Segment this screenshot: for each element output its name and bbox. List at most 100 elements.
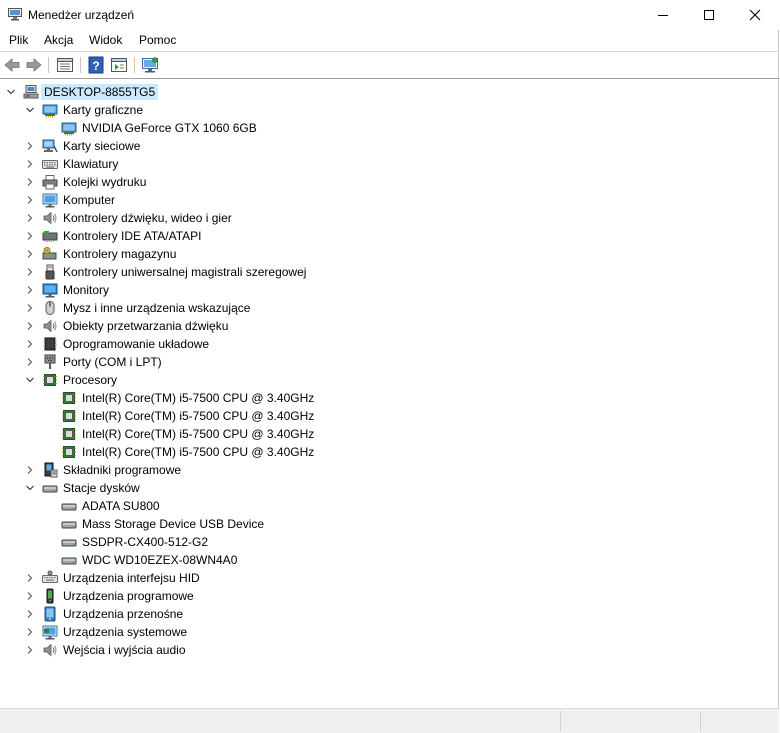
tree-item-label: SSDPR-CX400-512-G2 — [82, 535, 209, 549]
chevron-right-icon[interactable] — [25, 465, 35, 475]
tree-item-label: Intel(R) Core(TM) i5-7500 CPU @ 3.40GHz — [82, 445, 315, 459]
root-computer-name: DESKTOP-8855TG5 — [41, 84, 159, 100]
device-manager-app-icon — [8, 8, 22, 21]
tree-category[interactable]: Kontrolery dźwięku, wideo i gier — [0, 209, 779, 227]
chevron-right-icon[interactable] — [25, 141, 35, 151]
tree-item-label: WDC WD10EZEX-08WN4A0 — [82, 553, 238, 567]
chevron-down-icon[interactable] — [25, 375, 35, 385]
chevron-right-icon[interactable] — [25, 609, 35, 619]
tree-category[interactable]: Kontrolery IDE ATA/ATAPI — [0, 227, 779, 245]
tree-category[interactable]: Karty sieciowe — [0, 137, 779, 155]
tree-device[interactable]: WDC WD10EZEX-08WN4A0 — [0, 551, 779, 569]
tree-item-label: NVIDIA GeForce GTX 1060 6GB — [82, 121, 257, 135]
chevron-right-icon[interactable] — [25, 321, 35, 331]
tree-device[interactable]: SSDPR-CX400-512-G2 — [0, 533, 779, 551]
tree-device[interactable]: Mass Storage Device USB Device — [0, 515, 779, 533]
tree-category[interactable]: Wejścia i wyjścia audio — [0, 641, 779, 659]
tree-device[interactable]: Intel(R) Core(TM) i5-7500 CPU @ 3.40GHz — [0, 407, 779, 425]
monitor-icon — [42, 283, 58, 298]
tree-category[interactable]: Stacje dysków — [0, 479, 779, 497]
tree-item-label: Komputer — [63, 193, 116, 207]
tree-device[interactable]: Intel(R) Core(TM) i5-7500 CPU @ 3.40GHz — [0, 389, 779, 407]
tree-category[interactable]: Urządzenia interfejsu HID — [0, 569, 779, 587]
tree-category[interactable]: Karty graficzne — [0, 101, 779, 119]
tree-item-label: Urządzenia systemowe — [63, 625, 188, 639]
chevron-right-icon[interactable] — [25, 177, 35, 187]
back-icon[interactable] — [3, 56, 21, 74]
tree-category[interactable]: Składniki programowe — [0, 461, 779, 479]
chevron-right-icon[interactable] — [25, 573, 35, 583]
tree-category[interactable]: Urządzenia programowe — [0, 587, 779, 605]
keyboard-icon — [42, 160, 58, 169]
properties-view-icon[interactable] — [56, 56, 74, 74]
tree-device[interactable]: Intel(R) Core(TM) i5-7500 CPU @ 3.40GHz — [0, 443, 779, 461]
action-view-icon[interactable] — [110, 56, 128, 74]
tree-category[interactable]: Kontrolery magazynu — [0, 245, 779, 263]
chevron-right-icon[interactable] — [25, 213, 35, 223]
tree-category[interactable]: Oprogramowanie układowe — [0, 335, 779, 353]
tree-item-label: Intel(R) Core(TM) i5-7500 CPU @ 3.40GHz — [82, 409, 315, 423]
tree-device[interactable]: ADATA SU800 — [0, 497, 779, 515]
menu-pomoc[interactable]: Pomoc — [139, 33, 176, 47]
disk-icon — [61, 539, 77, 547]
minimize-button[interactable] — [640, 0, 686, 30]
tree-category[interactable]: Kontrolery uniwersalnej magistrali szere… — [0, 263, 779, 281]
svg-text:?: ? — [92, 59, 99, 73]
tree-category[interactable]: Urządzenia systemowe — [0, 623, 779, 641]
tree-category[interactable]: Klawiatury — [0, 155, 779, 173]
hid-icon — [42, 570, 58, 583]
maximize-button[interactable] — [686, 0, 732, 30]
tree-item-label: Mysz i inne urządzenia wskazujące — [63, 301, 251, 315]
tree-device[interactable]: NVIDIA GeForce GTX 1060 6GB — [0, 119, 779, 137]
chevron-right-icon[interactable] — [25, 303, 35, 313]
tree-category[interactable]: Kolejki wydruku — [0, 173, 779, 191]
tree-item-label: Obiekty przetwarzania dźwięku — [63, 319, 229, 333]
tree-item-label: Urządzenia przenośne — [63, 607, 184, 621]
tree-category[interactable]: Komputer — [0, 191, 779, 209]
display-adapter-icon — [61, 122, 77, 136]
menu-widok[interactable]: Widok — [89, 33, 122, 47]
title-bar[interactable]: Menedżer urządzeń — [0, 0, 779, 30]
tree-category[interactable]: Monitory — [0, 281, 779, 299]
software-comp-icon — [44, 462, 58, 478]
device-tree[interactable]: DESKTOP-8855TG5 Karty graficzne NVIDIA Ge… — [0, 79, 779, 708]
chevron-right-icon[interactable] — [25, 267, 35, 277]
tree-category[interactable]: Porty (COM i LPT) — [0, 353, 779, 371]
tree-item-label: Urządzenia interfejsu HID — [63, 571, 200, 585]
chevron-right-icon[interactable] — [25, 285, 35, 295]
tree-item-label: Kolejki wydruku — [63, 175, 147, 189]
tree-category[interactable]: Urządzenia przenośne — [0, 605, 779, 623]
processor-icon — [43, 374, 57, 386]
chevron-down-icon[interactable] — [25, 483, 35, 493]
chevron-right-icon[interactable] — [25, 249, 35, 259]
tree-item-label: Klawiatury — [63, 157, 119, 171]
status-segment — [560, 711, 561, 731]
software-device-icon — [46, 588, 54, 604]
chevron-right-icon[interactable] — [25, 231, 35, 241]
menu-plik[interactable]: Plik — [9, 33, 28, 47]
system-icon — [42, 625, 58, 640]
chevron-right-icon[interactable] — [25, 195, 35, 205]
chevron-down-icon[interactable] — [25, 105, 35, 115]
chevron-right-icon[interactable] — [25, 159, 35, 169]
close-button[interactable] — [732, 0, 778, 30]
tree-item-label: Kontrolery dźwięku, wideo i gier — [63, 211, 232, 225]
forward-icon[interactable] — [25, 56, 43, 74]
tree-item-label: Kontrolery uniwersalnej magistrali szere… — [63, 265, 307, 279]
tree-device[interactable]: Intel(R) Core(TM) i5-7500 CPU @ 3.40GHz — [0, 425, 779, 443]
chevron-right-icon[interactable] — [25, 627, 35, 637]
chevron-down-icon[interactable] — [6, 87, 16, 97]
tree-root[interactable]: DESKTOP-8855TG5 — [0, 83, 779, 101]
chevron-right-icon[interactable] — [25, 645, 35, 655]
disk-icon — [42, 485, 58, 493]
chevron-right-icon[interactable] — [25, 339, 35, 349]
tree-category[interactable]: Mysz i inne urządzenia wskazujące — [0, 299, 779, 317]
tree-category[interactable]: Procesory — [0, 371, 779, 389]
chevron-right-icon[interactable] — [25, 357, 35, 367]
chevron-right-icon[interactable] — [25, 591, 35, 601]
menu-akcja[interactable]: Akcja — [44, 33, 73, 47]
mouse-icon — [45, 301, 55, 315]
help-icon[interactable]: ? — [87, 56, 105, 74]
monitor-scan-icon[interactable] — [141, 56, 159, 74]
tree-category[interactable]: Obiekty przetwarzania dźwięku — [0, 317, 779, 335]
